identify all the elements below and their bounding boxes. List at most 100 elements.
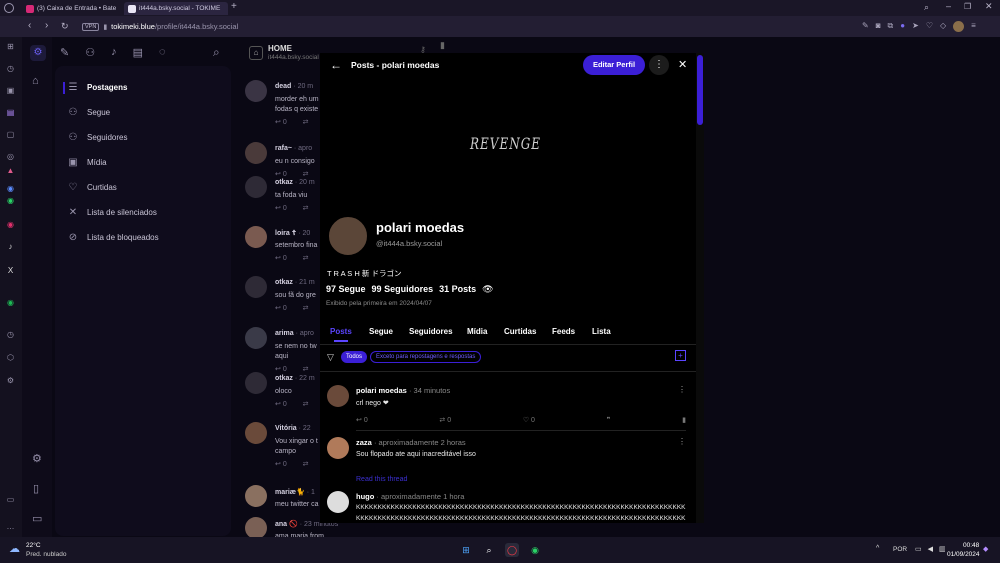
whatsapp-taskbar-icon[interactable]: ◉ [528, 543, 542, 557]
post-more-icon[interactable]: ⋮ [678, 437, 686, 446]
menu-icon[interactable]: ≡ [971, 21, 976, 32]
profile-icon[interactable]: ⚇ [85, 46, 95, 59]
language-indicator[interactable]: POR [893, 546, 907, 553]
wallet-icon[interactable]: ▭ [5, 494, 16, 505]
tab-tokimeki[interactable]: it444a.bsky.social - TOKIME [124, 2, 228, 15]
menu-midia[interactable]: ▣ Mídia [67, 157, 106, 168]
forward-icon[interactable]: › [45, 21, 48, 31]
tray-chevron-icon[interactable]: ^ [876, 545, 879, 552]
repost-icon[interactable]: ⇄ [301, 205, 309, 212]
instagram-side-icon[interactable]: ◉ [5, 219, 16, 230]
feed-author[interactable]: otkaz · 22 m [275, 375, 315, 382]
menu-bloqueados[interactable]: ⊘ Lista de bloqueados [67, 232, 159, 243]
modal-scroll-thumb[interactable] [697, 55, 703, 125]
repost-icon[interactable]: ⇄ [301, 255, 309, 262]
post-item[interactable]: zaza · aproximadamente 2 horas ⋮ Sou flo… [320, 435, 696, 487]
filter-exclude-chip[interactable]: Exceto para repostagens e respostas [370, 351, 482, 363]
app-search-icon[interactable]: ⌕ [213, 45, 220, 60]
feed-author[interactable]: mariæ🐈 · 1 [275, 488, 315, 496]
cube-icon[interactable]: ⬡ [5, 352, 16, 363]
menu-seguidores[interactable]: ⚇ Seguidores [67, 132, 128, 143]
tab-segue[interactable]: Segue [369, 327, 393, 336]
close-window-icon[interactable]: ✕ [985, 1, 993, 12]
url-field[interactable]: VPN ▮ tokimeki.blue /profile/it444a.bsky… [82, 19, 842, 34]
reply-icon[interactable]: ↩ [275, 255, 283, 262]
feed-item[interactable]: otkaz · 22 m oloco ↩ 0 ⇄ [245, 372, 325, 412]
feed-avatar[interactable] [245, 327, 267, 349]
network-icon[interactable]: ▥ [939, 545, 946, 553]
reply-icon[interactable]: ↩ [275, 205, 283, 212]
feed-item[interactable]: arima · apro se nem no tw aqui ↩ 0 ⇄ [245, 327, 325, 373]
search-tabs-icon[interactable]: ⌕ [924, 2, 929, 13]
home-icon[interactable]: ⌂ [32, 75, 39, 87]
profile-avatar[interactable] [953, 21, 965, 32]
extensions-icon[interactable]: ⧉ [888, 21, 894, 32]
feed-avatar[interactable] [245, 422, 267, 444]
filter-icon[interactable]: ▽ [327, 352, 334, 363]
feed-icon[interactable]: ▤ [133, 46, 143, 59]
bell-icon[interactable]: ♪ [111, 46, 117, 59]
feed-avatar[interactable] [245, 176, 267, 198]
filter-all-chip[interactable]: Todos [341, 351, 368, 363]
compose-icon[interactable]: ✎ [60, 46, 69, 59]
feed-avatar[interactable] [245, 372, 267, 394]
feed-avatar[interactable] [245, 276, 267, 298]
feed-author[interactable]: dead · 20 m [275, 83, 313, 90]
add-filter-icon[interactable]: + [675, 350, 686, 361]
repost-icon[interactable]: ⇄ [301, 461, 309, 468]
notification-icon[interactable]: ◆ [983, 545, 988, 553]
reply-button[interactable]: ↩ 0 [356, 416, 368, 424]
followers-stat[interactable]: 99 Seguidores [372, 284, 434, 295]
aria-icon[interactable]: ▲ [5, 165, 16, 176]
modal-close-icon[interactable]: ✕ [678, 58, 687, 71]
restore-icon[interactable]: ❐ [964, 2, 971, 11]
feed-item[interactable]: otkaz · 20 m ta foda viu ↩ 0 ⇄ [245, 176, 325, 216]
tab-lista[interactable]: Lista [592, 327, 611, 336]
tab-feeds[interactable]: Feeds [552, 327, 575, 336]
layout-icon[interactable]: ▭ [32, 512, 42, 525]
feed-author[interactable]: arima · apro [275, 330, 314, 337]
post-avatar[interactable] [327, 385, 349, 407]
feed-author[interactable]: otkaz · 21 m [275, 279, 315, 286]
feed-author[interactable]: otkaz · 20 m [275, 179, 315, 186]
feed-avatar[interactable] [245, 226, 267, 248]
gamepad-icon[interactable]: ⊞ [5, 41, 16, 52]
quote-icon[interactable]: ❞ [607, 416, 611, 424]
follows-stat[interactable]: 97 Segue [326, 284, 366, 295]
menu-postagens[interactable]: ☰ Postagens [67, 82, 128, 93]
discord-icon[interactable]: ◎ [5, 151, 16, 162]
tab-inbox[interactable]: (3) Caixa de Entrada • Bate [22, 2, 120, 15]
eye-icon[interactable]: 👁 [482, 284, 493, 295]
feed-avatar[interactable] [245, 80, 267, 102]
reply-icon[interactable]: ↩ [275, 119, 283, 126]
reload-icon[interactable]: ↻ [61, 21, 69, 31]
weather-icon[interactable]: ☁ [9, 542, 20, 555]
edit-profile-button[interactable]: Editar Perfil [583, 55, 645, 75]
feed-item[interactable]: dead · 20 m morder eh um fodas q existe ↩ 0… [245, 80, 325, 126]
column-handle-icon[interactable]: ▮ [440, 40, 445, 51]
reply-icon[interactable]: ↩ [275, 461, 283, 468]
box-icon[interactable]: ◇ [940, 21, 946, 32]
taskbar-search-icon[interactable]: ⌕ [482, 543, 496, 557]
phone-icon[interactable]: ▯ [33, 482, 39, 495]
feed-author[interactable]: Vitória · 22 [275, 425, 311, 432]
new-tab-button[interactable]: + [231, 1, 237, 12]
feed-avatar[interactable] [245, 142, 267, 164]
rail-settings-icon[interactable]: ⚙ [32, 452, 42, 465]
bag-icon[interactable]: ▣ [5, 85, 16, 96]
post-avatar[interactable] [327, 491, 349, 513]
feed-author[interactable]: loira ☦ · 20 [275, 229, 310, 237]
feed-avatar[interactable] [245, 517, 267, 539]
post-item[interactable]: hugo · aproximadamente 1 hora KKKKKKKKKK… [320, 489, 696, 523]
feed-item[interactable]: otkaz · 21 m sou fã do gre ↩ 0 ⇄ [245, 276, 325, 316]
x-icon[interactable]: X [5, 265, 16, 276]
clock-time[interactable]: 00:48 [963, 542, 979, 549]
minimize-icon[interactable]: – [946, 1, 951, 11]
post-more-icon[interactable]: ⋮ [678, 385, 686, 394]
like-button[interactable]: ♡ 0 [523, 416, 535, 424]
post-author[interactable]: polari moedas · 34 minutos [356, 386, 450, 395]
tab-seguidores[interactable]: Seguidores [409, 327, 453, 336]
history-icon[interactable]: ◷ [5, 329, 16, 340]
tiktok-icon[interactable]: ♪ [5, 241, 16, 252]
back-icon[interactable]: ‹ [28, 21, 31, 31]
